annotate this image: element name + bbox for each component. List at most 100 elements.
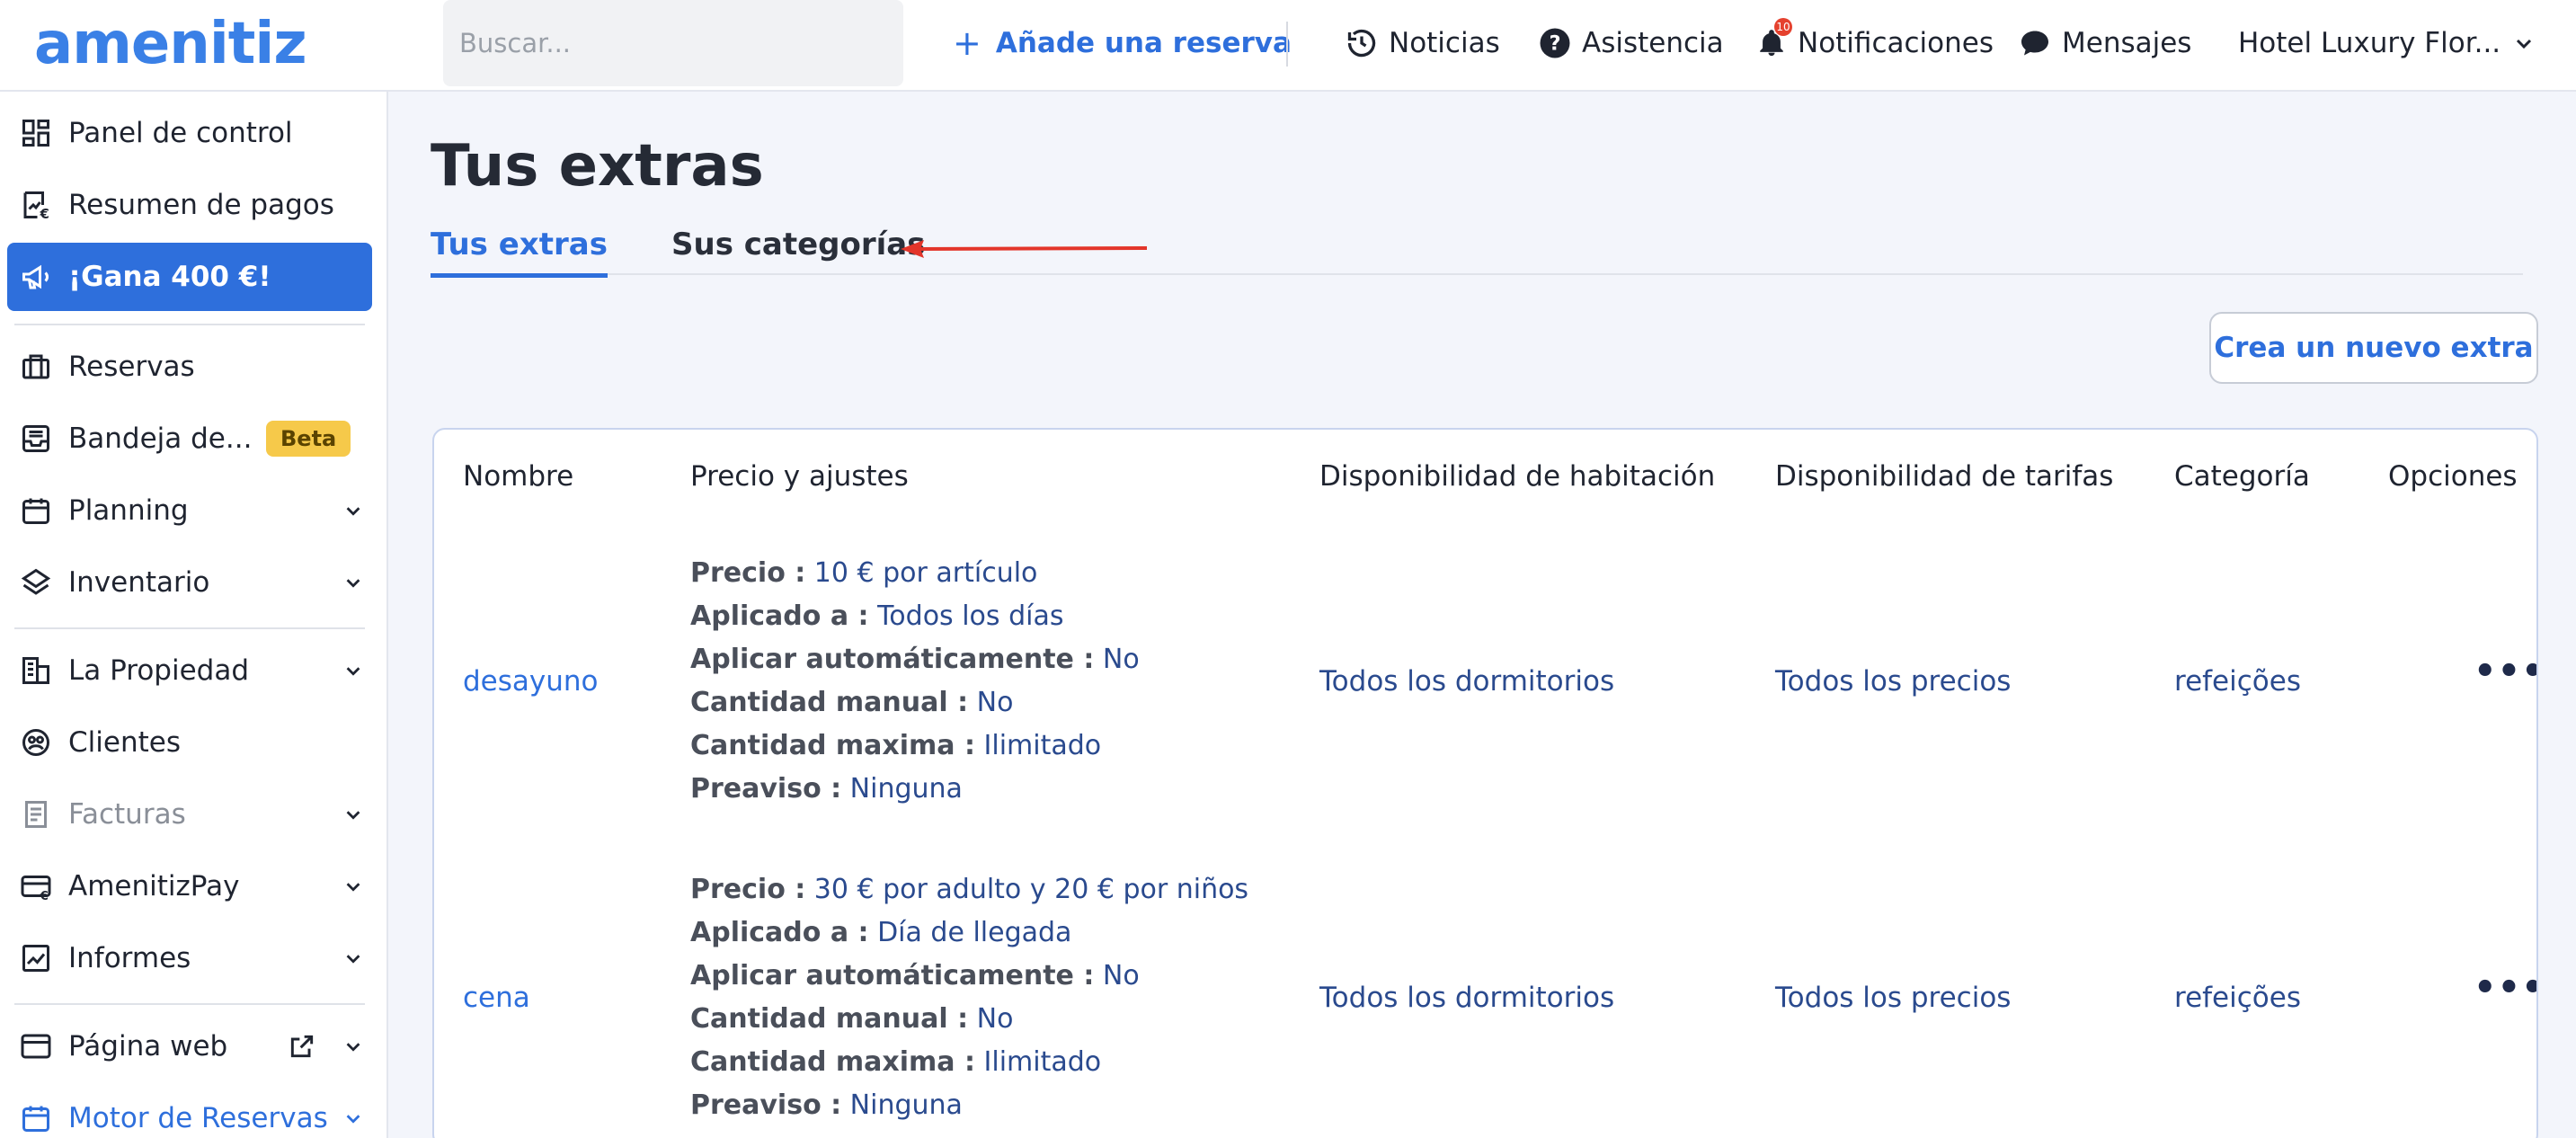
rate-availability: Todos los precios (1775, 665, 2012, 698)
column-header-category[interactable]: Categoría (2174, 460, 2310, 493)
search-input[interactable] (443, 0, 903, 86)
hotel-name: Hotel Luxury Flor... (2238, 27, 2501, 59)
detail-key: Aplicar automáticamente : (690, 960, 1095, 991)
detail-line: Precio : 10 € por artículo (690, 552, 1140, 595)
sidebar-item-payments[interactable]: € Resumen de pagos (7, 171, 372, 239)
add-reservation-button[interactable]: + Añade una reserva (953, 22, 1292, 65)
help-label: Asistencia (1582, 27, 1724, 59)
row-options-button[interactable]: ••• (2474, 651, 2536, 692)
question-circle-icon: ? (1540, 28, 1570, 58)
sidebar-item-invoices[interactable]: Facturas (7, 780, 372, 849)
sidebar-item-label: Reservas (68, 351, 195, 383)
page-title: Tus extras (431, 133, 764, 200)
detail-value: No (976, 1003, 1014, 1035)
extras-table: Nombre Precio y ajustes Disponibilidad d… (432, 428, 2538, 1138)
detail-value: Ninguna (849, 1089, 963, 1121)
megaphone-icon (22, 264, 49, 289)
price-settings: Precio : 10 € por artículo Aplicado a : … (690, 552, 1140, 811)
detail-line: Preaviso : Ninguna (690, 768, 1140, 811)
tab-bar: Tus extras Sus categorías (431, 221, 2523, 278)
notifications-label: Notificaciones (1798, 27, 1994, 59)
detail-line: Aplicar automáticamente : No (690, 955, 1248, 998)
detail-line: Preaviso : Ninguna (690, 1084, 1248, 1127)
tab-categories[interactable]: Sus categorías (671, 227, 925, 262)
sidebar-item-inventory[interactable]: Inventario (7, 548, 372, 617)
detail-line: Precio : 30 € por adulto y 20 € por niño… (690, 868, 1248, 911)
external-link-icon (290, 1035, 314, 1058)
sidebar-item-website[interactable]: Página web (7, 1012, 372, 1080)
row-options-button[interactable]: ••• (2474, 967, 2536, 1009)
detail-key: Aplicado a : (690, 600, 869, 632)
sidebar-item-earn[interactable]: ¡Gana 400 €! (7, 243, 372, 311)
price-settings: Precio : 30 € por adulto y 20 € por niño… (690, 868, 1248, 1127)
detail-line: Aplicado a : Todos los días (690, 595, 1140, 638)
room-availability: Todos los dormitorios (1319, 982, 1615, 1014)
sidebar-item-reports[interactable]: Informes (7, 924, 372, 992)
category-value: refeições (2174, 665, 2301, 698)
column-header-name[interactable]: Nombre (463, 460, 573, 493)
extra-name-link[interactable]: desayuno (463, 665, 599, 698)
sidebar-divider (14, 1003, 365, 1005)
messages-link[interactable]: Mensajes (2019, 22, 2191, 65)
sidebar: Panel de control € Resumen de pagos ¡Gan… (0, 92, 388, 1138)
create-extra-button[interactable]: Crea un nuevo extra (2209, 312, 2538, 384)
sidebar-item-dashboard[interactable]: Panel de control (7, 99, 372, 167)
news-link[interactable]: Noticias (1346, 22, 1500, 65)
sidebar-item-inbox[interactable]: Bandeja de... Beta (7, 405, 372, 473)
card-icon: € (21, 876, 51, 902)
svg-text:€: € (40, 889, 49, 902)
sidebar-item-label: Facturas (68, 798, 186, 831)
detail-value: No (1102, 644, 1140, 675)
sidebar-item-label: Resumen de pagos (68, 189, 334, 221)
detail-key: Cantidad manual : (690, 687, 969, 718)
detail-key: Cantidad manual : (690, 1003, 969, 1035)
amenitiz-logo[interactable]: amenitiz (34, 11, 307, 77)
dashboard-icon (22, 120, 49, 147)
sidebar-item-label: Motor de Reservas (68, 1102, 328, 1134)
add-reservation-label: Añade una reserva (995, 27, 1292, 59)
sidebar-item-amenitizpay[interactable]: € AmenitizPay (7, 852, 372, 920)
inbox-icon (22, 425, 49, 452)
detail-value: Ilimitado (983, 730, 1102, 761)
column-header-room-availability[interactable]: Disponibilidad de habitación (1319, 460, 1715, 493)
sidebar-item-property[interactable]: La Propiedad (7, 636, 372, 705)
history-icon (1347, 29, 1376, 58)
payments-icon: € (23, 191, 49, 221)
detail-value: Ninguna (849, 773, 963, 805)
chevron-down-icon (346, 955, 360, 964)
room-availability: Todos los dormitorios (1319, 665, 1615, 698)
sidebar-item-planning[interactable]: Planning (7, 476, 372, 545)
layers-icon (21, 568, 51, 595)
sidebar-item-label: Página web (68, 1030, 228, 1062)
tab-extras[interactable]: Tus extras (431, 227, 608, 278)
sidebar-divider (14, 324, 365, 325)
rate-availability: Todos los precios (1775, 982, 2012, 1014)
sidebar-item-label: AmenitizPay (68, 870, 240, 902)
chevron-down-icon (346, 507, 360, 516)
detail-line: Cantidad manual : No (690, 998, 1248, 1041)
booking-engine-icon (22, 1106, 49, 1132)
detail-line: Aplicar automáticamente : No (690, 638, 1140, 681)
extra-name-link[interactable]: cena (463, 982, 530, 1014)
help-link[interactable]: ? Asistencia (1539, 22, 1724, 65)
column-header-rate-availability[interactable]: Disponibilidad de tarifas (1775, 460, 2113, 493)
sidebar-item-reservations[interactable]: Reservas (7, 333, 372, 401)
detail-key: Cantidad maxima : (690, 1046, 975, 1078)
detail-line: Aplicado a : Día de llegada (690, 911, 1248, 955)
sidebar-item-booking-engine[interactable]: Motor de Reservas (7, 1084, 372, 1138)
sidebar-item-clients[interactable]: Clientes (7, 708, 372, 777)
sidebar-item-label: Bandeja de... (68, 422, 253, 455)
detail-key: Precio : (690, 874, 806, 905)
sidebar-item-label: La Propiedad (68, 654, 250, 687)
column-header-options[interactable]: Opciones (2388, 460, 2518, 493)
chevron-down-icon (2517, 39, 2532, 49)
browser-icon (21, 1034, 51, 1059)
column-header-price[interactable]: Precio y ajustes (690, 460, 909, 493)
detail-key: Precio : (690, 557, 806, 589)
notifications-count-badge: 10 (1774, 18, 1792, 36)
sidebar-divider (14, 627, 365, 629)
topbar-divider (1286, 22, 1288, 67)
calendar-icon (22, 498, 49, 524)
sidebar-item-label: Panel de control (68, 117, 293, 149)
hotel-selector[interactable]: Hotel Luxury Flor... (2238, 22, 2535, 65)
